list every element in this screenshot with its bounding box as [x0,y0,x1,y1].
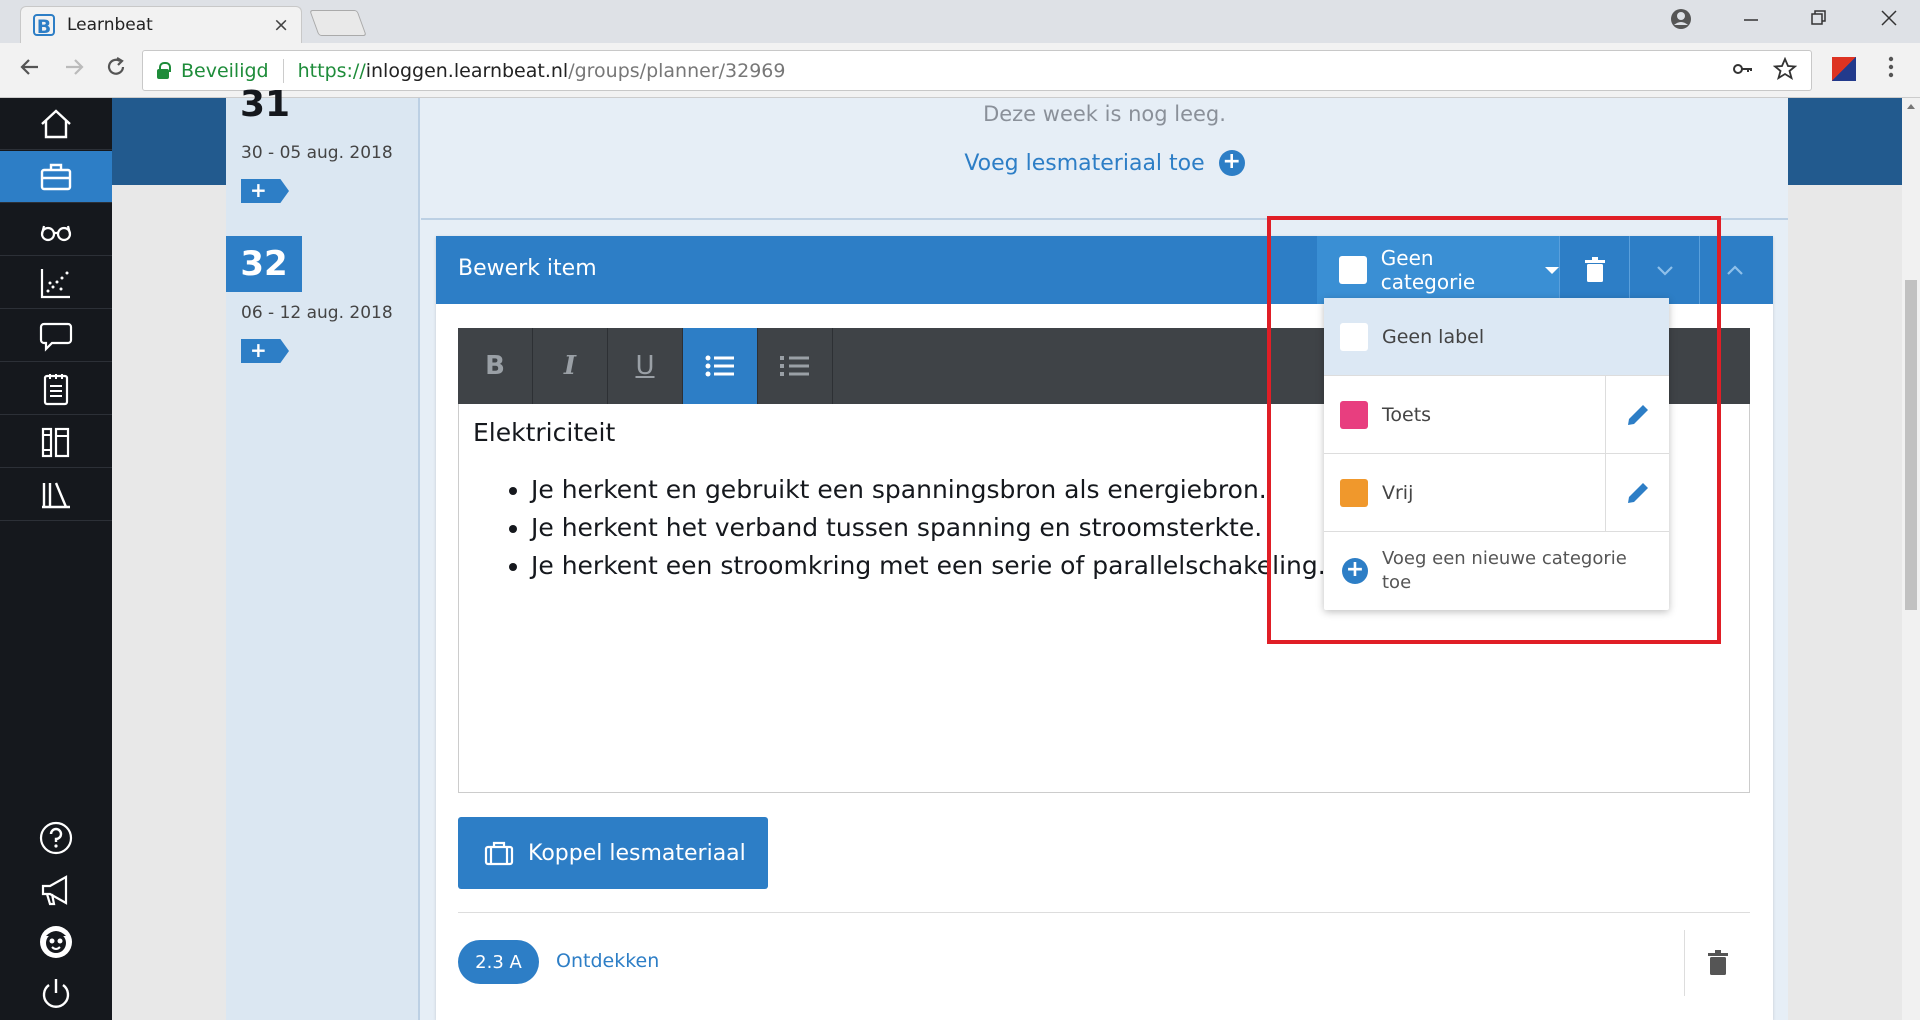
glasses-icon [40,225,72,241]
link-material-label: Koppel lesmateriaal [528,840,746,866]
minimize-icon[interactable] [1742,8,1760,32]
tab-close-icon[interactable]: × [273,14,289,36]
underline-button[interactable]: U [608,328,683,404]
week-empty-message: Deze week is nog leeg. [983,102,1226,126]
learnbeat-favicon-icon: B [33,14,55,38]
profile-icon[interactable] [1670,8,1692,35]
sidebar-item-messages[interactable] [0,310,112,362]
books-icon [41,427,70,457]
scroll-up-icon[interactable] [1907,104,1915,109]
sidebar-item-review[interactable] [0,204,112,256]
card-divider [458,912,1750,913]
bookmark-star-icon[interactable] [1772,56,1798,86]
sidebar-item-results[interactable] [0,257,112,309]
app-sidebar [0,98,112,1020]
week-number-32: 32 [226,236,302,292]
numbered-list-button[interactable] [758,328,833,404]
notebook-icon [43,373,69,405]
forward-arrow-icon[interactable] [62,55,86,85]
lock-icon [157,61,171,79]
material-link[interactable]: Ontdekken [556,950,659,972]
restore-icon[interactable] [1810,8,1828,32]
chevron-up-icon [1726,265,1743,275]
library-icon [42,482,70,508]
briefcase-icon [40,163,72,190]
url-path: /groups/planner/32969 [568,59,786,82]
week-31-content: Deze week is nog leeg. Voeg lesmateriaal… [421,98,1788,220]
help-icon [39,821,73,855]
sidebar-item-assignments[interactable] [0,363,112,415]
home-icon [41,108,71,138]
omnibox-separator [282,58,284,83]
avatar-icon [40,926,72,958]
url-host: inloggen.learnbeat.nl [365,59,569,82]
page-scrollbar[interactable] [1902,98,1920,1020]
trash-icon [1707,950,1728,975]
chat-bubble-icon [39,322,73,352]
browser-tabbar: B Learnbeat × [0,0,1920,43]
week-number-31: 31 [240,84,291,125]
sidebar-item-planner[interactable] [0,151,112,203]
annotation-highlight-box [1267,216,1721,644]
key-icon[interactable] [1731,57,1755,86]
reload-icon[interactable] [104,55,128,85]
week-dates-32: 06 - 12 aug. 2018 [241,303,393,323]
scatter-chart-icon [40,268,70,298]
scrollbar-thumb[interactable] [1905,280,1917,610]
card-title: Bewerk item [458,256,597,281]
bullet-list-button[interactable] [683,328,758,404]
briefcase-icon [484,841,514,866]
megaphone-icon [41,875,68,906]
url-scheme: https:// [297,59,366,82]
extension-icon[interactable] [1832,57,1856,81]
new-tab-button[interactable] [309,10,367,36]
add-item-tag-32[interactable]: + [241,339,289,363]
browser-menu-icon[interactable] [1888,55,1894,85]
add-material-link[interactable]: Voeg lesmateriaal toe + [421,150,1788,176]
add-item-tag-31[interactable]: + [241,179,289,203]
back-arrow-icon[interactable] [18,55,42,85]
link-material-button[interactable]: Koppel lesmateriaal [458,817,768,889]
material-badge: 2.3 A [458,940,539,984]
sidebar-item-library[interactable] [0,469,112,521]
week-dates-31: 30 - 05 aug. 2018 [241,143,393,163]
sidebar-item-books[interactable] [0,416,112,468]
bullet-list-icon [705,355,734,377]
sidebar-item-announcements[interactable] [0,864,112,916]
browser-tab[interactable]: B Learnbeat × [20,6,302,43]
power-icon [42,979,70,1008]
italic-button[interactable]: I [533,328,608,404]
address-bar[interactable]: Beveiligd https:// inloggen.learnbeat.nl… [142,50,1812,91]
plus-circle-icon: + [1218,150,1245,176]
sidebar-item-help[interactable] [0,812,112,864]
tab-title: Learnbeat [67,15,153,35]
remove-material-button[interactable] [1684,930,1750,996]
close-window-icon[interactable] [1880,8,1898,32]
sidebar-item-profile[interactable] [0,916,112,968]
sidebar-item-logout[interactable] [0,968,112,1020]
add-material-label: Voeg lesmateriaal toe [964,150,1205,176]
secure-label: Beveiligd [181,59,269,82]
omnibox-icons [1731,51,1811,92]
bold-button[interactable]: B [458,328,533,404]
sidebar-item-home[interactable] [0,98,112,150]
numbered-list-icon [780,356,809,376]
